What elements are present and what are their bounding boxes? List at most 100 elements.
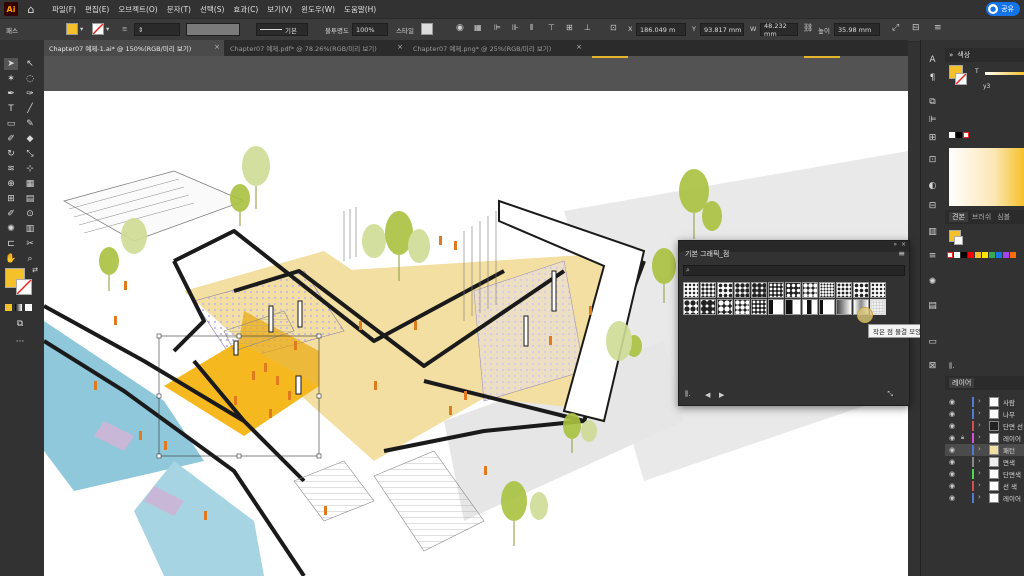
align-left-icon[interactable]: ⊫ [494, 23, 501, 32]
lasso-icon[interactable]: ◌ [23, 73, 37, 85]
eye-icon[interactable]: ◉ [949, 470, 955, 478]
color-swatch[interactable] [1003, 252, 1009, 258]
symbol-sprayer-icon[interactable]: ✺ [4, 223, 18, 235]
eye-icon[interactable]: ◉ [949, 446, 955, 454]
expand-arrow-icon[interactable]: › [978, 481, 981, 489]
expand-arrow-icon[interactable]: › [978, 457, 981, 465]
dot-pattern-swatch[interactable] [802, 282, 818, 298]
align-bottom-icon[interactable]: ⊥ [584, 23, 591, 32]
variable-width-field[interactable] [186, 23, 240, 36]
stripe-pattern-swatch[interactable] [785, 299, 801, 315]
tint-slider[interactable] [985, 72, 1024, 75]
isolate-icon[interactable]: ⊟ [912, 23, 920, 33]
none-mode-icon[interactable] [25, 304, 32, 311]
eye-icon[interactable]: ◉ [949, 458, 955, 466]
expand-arrow-icon[interactable]: › [978, 445, 981, 453]
opacity-field[interactable]: 100% [352, 23, 388, 36]
layers-panel-title[interactable]: 레이어 [949, 378, 975, 388]
menu-select[interactable]: 선택(S) [200, 4, 224, 15]
stroke-color-box[interactable] [16, 279, 32, 295]
curvature-tool-icon[interactable]: ✑ [23, 88, 37, 100]
stripe-pattern-swatch[interactable] [802, 299, 818, 315]
gradient-mode-icon[interactable] [15, 304, 22, 311]
library-menu-icon[interactable]: ⫼. [685, 390, 690, 399]
none-swatch[interactable] [947, 252, 953, 258]
pen-tool-icon[interactable]: ✒ [4, 88, 18, 100]
share-button[interactable]: ● 공유 [986, 2, 1020, 16]
layer-row[interactable]: ◉ › 면색 [945, 456, 1024, 468]
dot-pattern-swatch[interactable] [734, 282, 750, 298]
dot-pattern-swatch[interactable] [785, 282, 801, 298]
dot-pattern-swatch[interactable] [717, 299, 733, 315]
swatch-library-icon[interactable]: ⫼. [949, 362, 954, 371]
layer-row[interactable]: ◉ › 사람 [945, 396, 1024, 408]
slice-tool-icon[interactable]: ✂ [23, 238, 37, 250]
tab-brushes[interactable]: 브러쉬 [972, 212, 991, 222]
eye-icon[interactable]: ◉ [949, 434, 955, 442]
close-icon[interactable]: × [901, 241, 906, 248]
menu-view[interactable]: 보기(V) [267, 4, 292, 15]
dot-pattern-swatch[interactable] [751, 299, 767, 315]
swatch-stroke-box[interactable] [954, 236, 963, 245]
tab-symbols[interactable]: 심볼 [997, 212, 1010, 222]
stroke-panel-icon[interactable]: ≡ [926, 250, 939, 262]
hand-tool-icon[interactable]: ✋ [4, 253, 18, 265]
dot-pattern-swatch[interactable] [700, 282, 716, 298]
close-icon[interactable]: × [214, 43, 220, 51]
eraser-icon[interactable]: ◆ [23, 133, 37, 145]
graph-tool-icon[interactable]: ▥ [23, 223, 37, 235]
align-panel-icon[interactable]: ⊫ [926, 114, 939, 126]
appearance-icon[interactable]: ◐ [926, 180, 939, 192]
graphic-styles-icon[interactable]: ▥ [926, 226, 939, 238]
lock-icon[interactable]: 🔒︎ [961, 434, 964, 442]
align-center-icon[interactable]: ⊪ [512, 23, 519, 32]
color-swatch[interactable] [989, 252, 995, 258]
y-field[interactable]: 93.817 mm [700, 23, 744, 36]
add-to-styles-icon[interactable]: ⤡ [887, 390, 893, 399]
eyedropper-icon[interactable]: ✐ [4, 208, 18, 220]
gradient-panel-icon[interactable]: ▭ [926, 336, 939, 348]
layer-row-selected[interactable]: ◉ › 패턴 [945, 444, 1024, 456]
close-icon[interactable]: × [397, 43, 403, 51]
dot-pattern-swatch[interactable] [870, 282, 886, 298]
layer-row[interactable]: ◉ › 나무 [945, 408, 1024, 420]
color-spectrum[interactable] [949, 148, 1024, 206]
eye-icon[interactable]: ◉ [949, 410, 955, 418]
panel-menu-icon[interactable]: ≡ [898, 249, 905, 258]
dot-pattern-swatch[interactable] [751, 282, 767, 298]
opacity-label[interactable]: 불투명도 [325, 25, 349, 35]
stroke-color-box[interactable] [955, 73, 967, 85]
panel-menu-icon[interactable]: ≡ [934, 23, 942, 33]
height-field[interactable]: 35.98 mm [834, 23, 880, 36]
align-right-icon[interactable]: ⫴ [530, 23, 533, 33]
menu-file[interactable]: 파일(F) [52, 4, 76, 15]
expand-arrow-icon[interactable]: › [978, 409, 981, 417]
width-tool-icon[interactable]: ≋ [4, 163, 18, 175]
draw-mode-icon[interactable]: ⧉ [13, 318, 27, 330]
dot-pattern-swatch[interactable] [734, 299, 750, 315]
paragraph-icon[interactable]: ¶ [926, 72, 939, 84]
align-top-icon[interactable]: ⊤ [548, 23, 555, 32]
links-icon[interactable]: ⊠ [926, 360, 939, 372]
eye-icon[interactable]: ◉ [949, 398, 955, 406]
selection-tool-icon[interactable]: ➤ [4, 58, 18, 70]
expand-arrow-icon[interactable]: › [978, 433, 981, 441]
fill-swatch[interactable] [66, 23, 78, 35]
line-tool-icon[interactable]: ╱ [23, 103, 37, 115]
expand-arrow-icon[interactable]: › [978, 397, 981, 405]
eye-icon[interactable]: ◉ [949, 494, 955, 502]
width-field[interactable]: 48.232 mm [760, 22, 798, 38]
none-swatch[interactable] [963, 132, 969, 138]
expand-arrow-icon[interactable]: › [978, 421, 981, 429]
color-mode-icon[interactable] [5, 304, 12, 311]
direct-selection-tool-icon[interactable]: ↖ [23, 58, 37, 70]
eye-icon[interactable]: ◉ [949, 482, 955, 490]
graphic-style-swatch[interactable] [421, 23, 433, 35]
gradient-swatch[interactable] [836, 299, 852, 315]
dot-pattern-swatch[interactable] [700, 299, 716, 315]
stripe-pattern-swatch[interactable] [819, 299, 835, 315]
color-swatch[interactable] [996, 252, 1002, 258]
scale-tool-icon[interactable]: ⤡ [23, 148, 37, 160]
swap-colors-icon[interactable]: ⇄ [28, 264, 42, 276]
dot-pattern-swatch[interactable] [836, 282, 852, 298]
